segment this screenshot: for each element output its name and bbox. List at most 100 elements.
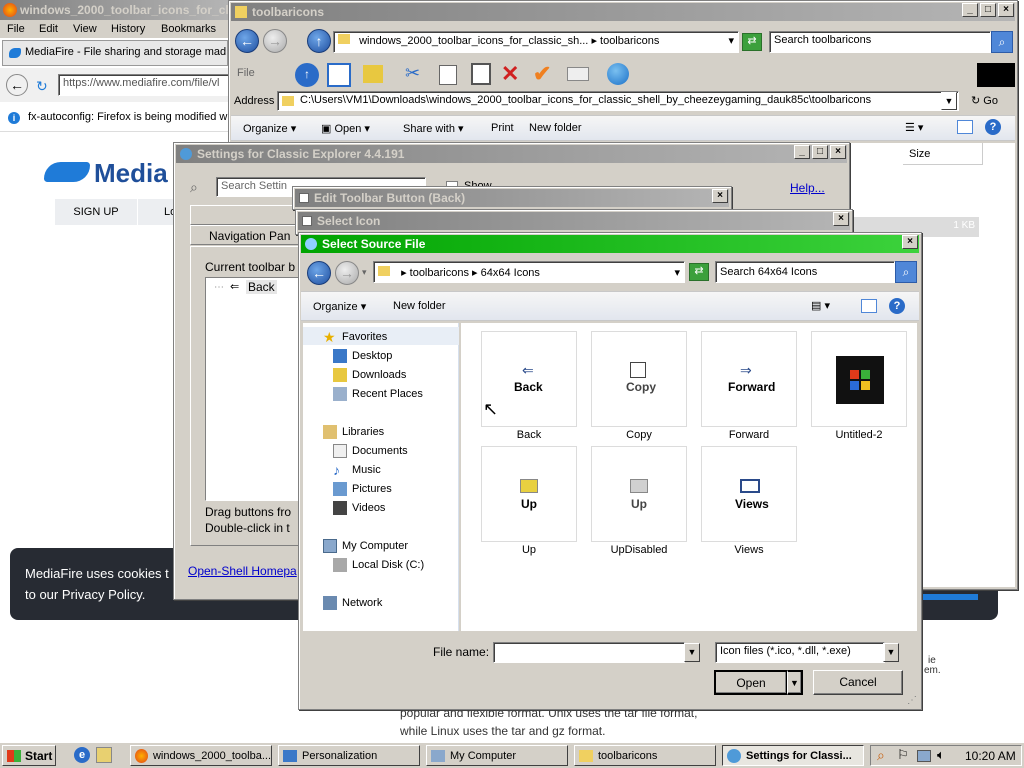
address-dropdown-icon[interactable]: ▼: [941, 92, 957, 110]
explorer-refresh-icon[interactable]: ⇄: [742, 33, 762, 51]
dialog-breadcrumb-item-2[interactable]: 64x64 Icons: [481, 267, 540, 279]
privacy-policy-link[interactable]: to our Privacy Policy.: [25, 587, 145, 602]
column-header-size[interactable]: Size: [903, 143, 983, 165]
quicklaunch-ie-icon[interactable]: e: [74, 747, 90, 763]
file-tile-views[interactable]: Views: [701, 446, 797, 542]
filename-dropdown-icon[interactable]: ▼: [684, 643, 700, 662]
task-mycomputer[interactable]: My Computer: [426, 745, 568, 766]
explorer-search-icon[interactable]: ⌕: [991, 31, 1013, 53]
dialog-preview-icon[interactable]: [861, 299, 877, 313]
close-button[interactable]: ×: [712, 189, 728, 203]
toolbar-properties-icon[interactable]: ✔: [533, 61, 551, 87]
file-type-select[interactable]: Icon files (*.ico, *.dll, *.exe): [715, 642, 885, 663]
dialog-breadcrumb-item-1[interactable]: toolbaricons: [410, 267, 469, 279]
nav-desktop[interactable]: Desktop: [333, 349, 392, 363]
resize-grip-icon[interactable]: ⋰: [907, 695, 917, 706]
toolbar-views-icon[interactable]: [327, 63, 351, 87]
toolbar-copy-icon[interactable]: [439, 65, 457, 85]
dialog-help-icon[interactable]: ?: [889, 298, 905, 314]
task-personalization[interactable]: Personalization: [278, 745, 420, 766]
menu-bookmarks[interactable]: Bookmarks: [161, 23, 216, 35]
close-button[interactable]: ×: [998, 3, 1014, 17]
cmd-organize[interactable]: Organize ▾: [243, 122, 296, 135]
task-firefox[interactable]: windows_2000_toolba...: [130, 745, 272, 766]
menu-view[interactable]: View: [73, 23, 97, 35]
task-settings[interactable]: Settings for Classi...: [722, 745, 864, 766]
toolbar-paste-icon[interactable]: [471, 63, 491, 85]
nav-documents[interactable]: Documents: [333, 444, 408, 458]
dialog-search-icon[interactable]: ⌕: [895, 261, 917, 283]
nav-downloads[interactable]: Downloads: [333, 368, 406, 382]
homepage-link[interactable]: Open-Shell Homepa: [188, 564, 297, 578]
login-button[interactable]: Lo: [138, 199, 178, 225]
cancel-button[interactable]: Cancel: [813, 670, 903, 695]
close-button[interactable]: ×: [833, 212, 849, 226]
cmd-print[interactable]: Print: [491, 122, 514, 134]
file-tile-forward[interactable]: ⇒ Forward: [701, 331, 797, 427]
dialog-view-icon[interactable]: ▤ ▾: [811, 299, 830, 312]
dialog-breadcrumb-dropdown-icon[interactable]: ▾: [674, 266, 680, 279]
nav-libraries[interactable]: Libraries: [323, 425, 384, 439]
explorer-breadcrumb[interactable]: windows_2000_toolbar_icons_for_classic_s…: [333, 31, 739, 53]
maximize-button[interactable]: □: [812, 145, 828, 159]
dialog-search-input[interactable]: Search 64x64 Icons: [715, 261, 895, 283]
toolbar-settings-icon[interactable]: [607, 63, 629, 85]
nav-computer[interactable]: My Computer: [323, 539, 408, 553]
toolbar-folders-icon[interactable]: [363, 65, 383, 83]
reload-icon[interactable]: ↻: [36, 78, 48, 95]
open-button[interactable]: Open: [714, 670, 788, 695]
nav-music[interactable]: ♪ Music: [333, 463, 381, 477]
nav-pictures[interactable]: Pictures: [333, 482, 392, 496]
tray-clock[interactable]: 10:20 AM: [965, 749, 1016, 763]
dialog-refresh-icon[interactable]: ⇄: [689, 263, 709, 281]
nav-videos[interactable]: Videos: [333, 501, 385, 515]
toolbar-delete-icon[interactable]: ✕: [501, 61, 519, 87]
dialog-organize[interactable]: Organize ▾: [313, 300, 366, 313]
nav-network[interactable]: Network: [323, 596, 382, 610]
tray-network-icon[interactable]: [917, 750, 931, 762]
explorer-forward-icon[interactable]: →: [263, 29, 287, 53]
explorer-search-input[interactable]: Search toolbaricons: [769, 31, 991, 53]
dialog-breadcrumb[interactable]: ▸ toolbaricons ▸ 64x64 Icons ▾: [373, 261, 685, 283]
mediafire-logo[interactable]: Media: [44, 158, 174, 188]
help-icon[interactable]: ?: [985, 119, 1001, 135]
cmd-open[interactable]: ▣ Open ▾: [321, 122, 370, 135]
minimize-button[interactable]: _: [794, 145, 810, 159]
file-type-dropdown-icon[interactable]: ▼: [883, 643, 899, 662]
nav-localdisk[interactable]: Local Disk (C:): [333, 558, 424, 572]
close-button[interactable]: ×: [830, 145, 846, 159]
file-tile-copy[interactable]: Copy: [591, 331, 687, 427]
toolbar-rename-icon[interactable]: [567, 67, 589, 81]
preview-pane-icon[interactable]: [957, 120, 973, 134]
tray-volume-icon[interactable]: 🔈︎: [937, 747, 945, 763]
filename-input[interactable]: [493, 642, 685, 663]
dialog-history-dropdown-icon[interactable]: ▾: [362, 267, 367, 278]
nav-recent[interactable]: Recent Places: [333, 387, 423, 401]
nav-favorites[interactable]: ★ Favorites: [323, 330, 387, 344]
explorer-up-icon[interactable]: ↑: [307, 29, 331, 53]
file-tile-updisabled[interactable]: Up: [591, 446, 687, 542]
toolbar-up-icon[interactable]: ↑: [295, 63, 319, 87]
tray-search-icon[interactable]: ⌕: [877, 747, 885, 764]
task-toolbaricons[interactable]: toolbaricons: [574, 745, 716, 766]
explorer-back-icon[interactable]: ←: [235, 29, 259, 53]
breadcrumb-dropdown-icon[interactable]: ▾: [728, 34, 734, 47]
tree-item-back[interactable]: Back: [246, 280, 277, 294]
file-tile-untitled[interactable]: [811, 331, 907, 427]
tray-flag-icon[interactable]: ⚐: [897, 747, 909, 763]
toolbar-cut-icon[interactable]: ✂: [405, 63, 420, 84]
menu-file[interactable]: File: [7, 23, 25, 35]
help-link[interactable]: Help...: [790, 181, 825, 195]
cookie-accept-bar[interactable]: [920, 594, 978, 600]
dialog-forward-icon[interactable]: →: [335, 261, 359, 285]
go-button[interactable]: ↻ Go: [971, 94, 998, 107]
menu-edit[interactable]: Edit: [39, 23, 58, 35]
cmd-share[interactable]: Share with ▾: [403, 122, 464, 135]
maximize-button[interactable]: □: [980, 3, 996, 17]
minimize-button[interactable]: _: [962, 3, 978, 17]
breadcrumb-item-2[interactable]: toolbaricons: [600, 35, 659, 47]
view-options-icon[interactable]: ☰ ▾: [905, 121, 923, 134]
signup-button[interactable]: SIGN UP: [55, 199, 137, 225]
file-tile-up[interactable]: Up: [481, 446, 577, 542]
tab-navigation-pane[interactable]: Navigation Pan: [190, 225, 310, 245]
